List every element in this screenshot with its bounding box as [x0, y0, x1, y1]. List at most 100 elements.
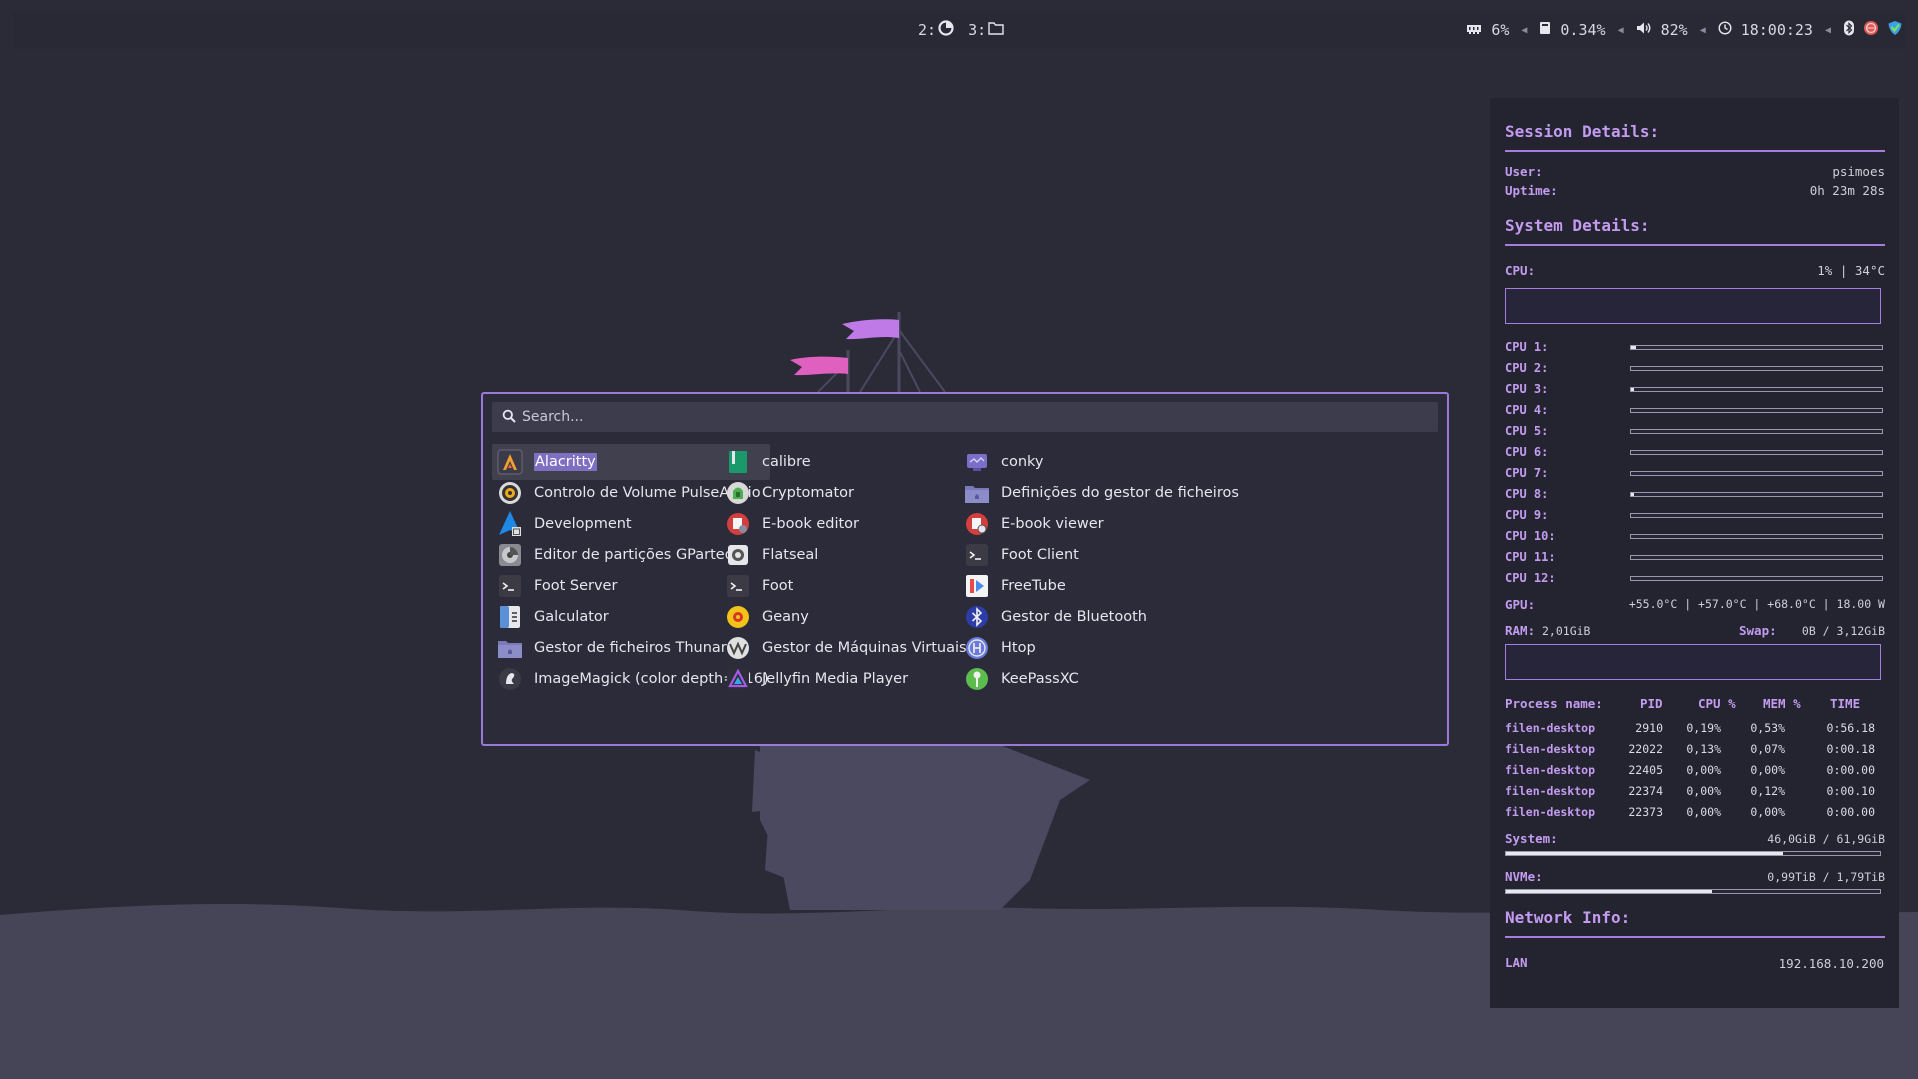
process-cpu: 0,00% [1686, 763, 1721, 777]
bluetooth-icon[interactable] [1843, 20, 1855, 40]
calibre-icon [724, 448, 752, 476]
conky-icon [963, 448, 991, 476]
process-pid: 22022 [1628, 742, 1663, 756]
workspace-3[interactable]: 3: [968, 21, 1004, 39]
app-name: conky [1001, 454, 1044, 470]
swap-label: Swap: [1739, 623, 1777, 638]
vpn-shield-icon[interactable] [1887, 20, 1903, 40]
volume-indicator[interactable]: 82% [1630, 21, 1694, 39]
cpu-core-row: CPU 6: [1505, 445, 1883, 459]
calculator-icon [496, 603, 524, 631]
cpu-core-row: CPU 9: [1505, 508, 1883, 522]
nvme-label: NVMe: [1505, 869, 1543, 884]
freetube-icon [963, 572, 991, 600]
cpu-core-label: CPU 6: [1505, 445, 1549, 459]
cryptomator-icon [724, 479, 752, 507]
cpu-core-label: CPU 3: [1505, 382, 1549, 396]
app-name: Jellyfin Media Player [762, 671, 909, 687]
launcher-search-bar[interactable] [492, 402, 1438, 432]
memory-indicator[interactable]: 6% [1460, 21, 1515, 39]
development-icon [496, 510, 524, 538]
process-time: 0:00.00 [1826, 805, 1875, 819]
imagemagick-icon [496, 665, 524, 693]
system-details-heading: System Details: [1505, 216, 1650, 235]
nvme-disk-bar [1505, 889, 1881, 894]
jellyfin-icon [724, 665, 752, 693]
virt-manager-icon [724, 634, 752, 662]
process-time: 0:56.18 [1826, 721, 1875, 735]
cpu-label: CPU: [1505, 263, 1536, 278]
conky-panel: Session Details: User: psimoes Uptime: 0… [1490, 98, 1899, 1008]
disk-indicator[interactable]: 0.34% [1533, 21, 1611, 39]
cpu-core-bar [1630, 345, 1883, 350]
swap-value: 0B / 3,12GiB [1801, 624, 1885, 638]
process-name: filen-desktop [1505, 721, 1596, 735]
clock[interactable]: 18:00:23 [1712, 21, 1819, 39]
cpu-core-row: CPU 4: [1505, 403, 1883, 417]
mem-percent-header: MEM % [1763, 696, 1801, 711]
system-disk-fill [1506, 852, 1783, 855]
workspace-2[interactable]: 2: [918, 20, 954, 40]
search-icon [502, 408, 516, 427]
cpu-core-fill [1631, 493, 1634, 496]
process-pid: 22373 [1628, 805, 1663, 819]
cpu-core-row: CPU 2: [1505, 361, 1883, 375]
divider [1505, 244, 1885, 246]
nvme-value: 0,99TiB / 1,79TiB [1767, 870, 1885, 884]
uptime-label: Uptime: [1505, 183, 1558, 198]
thunar-icon [496, 634, 524, 662]
status-tray: 6% ◀ 0.34% ◀ 82% ◀ 18:00:23 ◀ [1460, 11, 1905, 49]
separator-arrow-icon: ◀ [1824, 24, 1831, 36]
cpu-core-row: CPU 10: [1505, 529, 1883, 543]
flag-pink [790, 356, 848, 376]
terminal-icon [496, 572, 524, 600]
app-item-jellyfin[interactable]: Jellyfin Media Player [720, 661, 998, 697]
app-item-keepassxc[interactable]: KeePassXC [959, 661, 1237, 697]
gpu-value: +55.0°C | +57.0°C | +68.0°C | 18.00 W [1628, 597, 1885, 611]
cpu-core-row: CPU 1: [1505, 340, 1883, 354]
file-manager-settings-icon [963, 479, 991, 507]
cpu-graph [1505, 288, 1881, 324]
app-name: E-book viewer [1001, 516, 1104, 532]
cpu-percent-header: CPU % [1698, 696, 1736, 711]
process-time: 0:00.18 [1826, 742, 1875, 756]
app-name: Development [534, 516, 632, 532]
cpu-core-row: CPU 3: [1505, 382, 1883, 396]
app-name: E-book editor [762, 516, 860, 532]
app-name: Cryptomator [762, 485, 854, 501]
search-input[interactable] [522, 409, 1402, 425]
cpu-core-label: CPU 4: [1505, 403, 1549, 417]
terminal-icon [724, 572, 752, 600]
keepassxc-icon [963, 665, 991, 693]
cpu-core-row: CPU 8: [1505, 487, 1883, 501]
cpu-core-label: CPU 7: [1505, 466, 1549, 480]
pid-header: PID [1640, 696, 1663, 711]
ebook-viewer-icon [963, 510, 991, 538]
app-name: Alacritty [534, 453, 597, 471]
app-name: Geany [762, 609, 809, 625]
user-label: User: [1505, 164, 1543, 179]
cpu-core-row: CPU 12: [1505, 571, 1883, 585]
user-value: psimoes [1832, 164, 1885, 179]
cpu-core-bar [1630, 450, 1883, 455]
system-disk-bar [1505, 851, 1881, 856]
network-status-icon[interactable] [1863, 20, 1879, 40]
process-mem: 0,00% [1750, 763, 1785, 777]
separator-arrow-icon: ◀ [1521, 24, 1528, 36]
cpu-core-bar [1630, 576, 1883, 581]
process-time: 0:00.00 [1826, 763, 1875, 777]
cpu-core-bar [1630, 513, 1883, 518]
divider [1505, 150, 1885, 152]
process-row: filen-desktop 22405 0,00% 0,00% 0:00.00 [1505, 763, 1885, 778]
process-name-header: Process name: [1505, 696, 1603, 711]
workspace-3-label: 3: [968, 21, 987, 39]
memory-value: 6% [1491, 21, 1510, 39]
cpu-core-bar [1630, 366, 1883, 371]
session-details-heading: Session Details: [1505, 122, 1660, 141]
alacritty-icon [496, 448, 524, 476]
app-name: Flatseal [762, 547, 819, 563]
process-pid: 2910 [1635, 721, 1663, 735]
app-name: KeePassXC [1001, 671, 1079, 687]
firefox-icon [938, 20, 954, 40]
app-name: Definições do gestor de ficheiros [1001, 485, 1239, 501]
